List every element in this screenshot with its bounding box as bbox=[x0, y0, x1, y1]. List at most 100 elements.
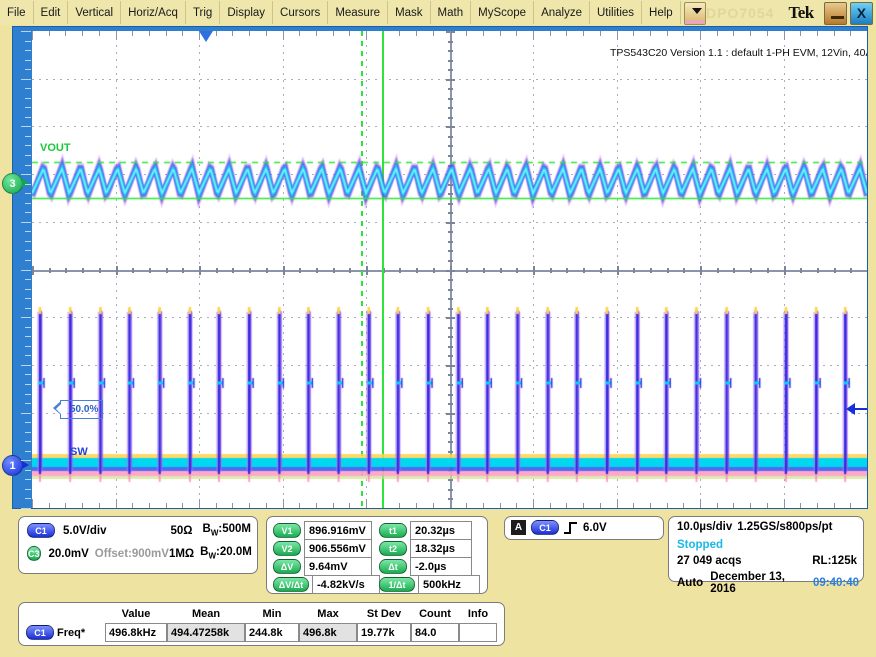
channel1-offset-arrow[interactable] bbox=[846, 403, 867, 415]
cursor-value: 500kHz bbox=[418, 575, 480, 594]
cursor-row: V2906.556mV bbox=[273, 539, 380, 558]
rail-tick bbox=[21, 460, 31, 461]
cursor-row: 1/Δt500kHz bbox=[379, 575, 480, 594]
waveform-area[interactable]: TPS543C20 Version 1.1 : default 1-PH EVM… bbox=[12, 26, 868, 509]
rail-tick bbox=[21, 317, 31, 318]
model-label: DPO7054 bbox=[706, 0, 788, 25]
rail-tick bbox=[25, 403, 31, 404]
timebase: 10.0µs/div bbox=[677, 521, 732, 533]
rail-tick bbox=[25, 346, 31, 347]
menu-item-utilities[interactable]: Utilities bbox=[590, 1, 642, 24]
rail-tick bbox=[25, 60, 31, 61]
cursor-row: Δt-2.0µs bbox=[379, 557, 480, 576]
rail-tick bbox=[21, 365, 31, 366]
trigger-source-badge: C1 bbox=[531, 520, 559, 535]
cursor-value: 18.32µs bbox=[410, 539, 472, 558]
channel1-scale: 5.0V/div bbox=[63, 525, 106, 537]
rail-tick bbox=[25, 241, 31, 242]
rail-tick bbox=[25, 117, 31, 118]
menu-item-vertical[interactable]: Vertical bbox=[68, 1, 121, 24]
channel-settings-panel[interactable]: C1 5.0V/div 50Ω BW:500M C3 20.0mV Offset… bbox=[18, 516, 258, 574]
rail-tick bbox=[25, 384, 31, 385]
acquisition-panel[interactable]: 10.0µs/div 1.25GS/s 800ps/pt Stopped 27 … bbox=[668, 516, 864, 582]
trigger-position-marker[interactable] bbox=[199, 31, 213, 42]
date-label: December 13, 2016 bbox=[710, 571, 813, 595]
cursor-label-badge: Δt bbox=[379, 559, 407, 574]
rising-edge-icon bbox=[566, 522, 580, 534]
tek-logo: Tek bbox=[788, 0, 823, 25]
close-icon[interactable]: X bbox=[850, 2, 873, 25]
cursor-label-badge: 1/Δt bbox=[379, 577, 415, 592]
rail-tick bbox=[25, 69, 31, 70]
measurement-column-header bbox=[57, 606, 105, 622]
rail-tick bbox=[25, 98, 31, 99]
acq-count: 27 049 acqs bbox=[677, 555, 742, 567]
menu-item-mask[interactable]: Mask bbox=[388, 1, 430, 24]
record-length: RL:125k bbox=[812, 555, 857, 567]
measurement-name: Freq* bbox=[57, 623, 105, 642]
cursor-label-badge: t1 bbox=[379, 523, 407, 538]
measurement-column-header: Mean bbox=[167, 606, 245, 622]
rail-tick bbox=[25, 470, 31, 471]
rail-tick bbox=[25, 451, 31, 452]
rail-tick bbox=[21, 413, 31, 414]
menu-item-horiz-acq[interactable]: Horiz/Acq bbox=[121, 1, 186, 24]
rail-tick bbox=[25, 50, 31, 51]
rail-tick bbox=[25, 327, 31, 328]
channel3-offset: Offset:900mV bbox=[95, 548, 169, 560]
scope-annotation: TPS543C20 Version 1.1 : default 1-PH EVM… bbox=[610, 47, 867, 59]
menu-item-measure[interactable]: Measure bbox=[328, 1, 388, 24]
measurement-min: 244.8k bbox=[245, 623, 299, 642]
cursor-label-badge: ΔV bbox=[273, 559, 301, 574]
menu-item-file[interactable]: File bbox=[0, 1, 34, 24]
measurement-column-header: Info bbox=[459, 606, 497, 622]
rail-tick bbox=[25, 374, 31, 375]
rail-tick bbox=[25, 355, 31, 356]
rail-tick bbox=[25, 212, 31, 213]
rail-tick bbox=[25, 203, 31, 204]
rail-tick bbox=[21, 31, 31, 32]
graticule[interactable]: TPS543C20 Version 1.1 : default 1-PH EVM… bbox=[32, 31, 867, 508]
menu-item-edit[interactable]: Edit bbox=[34, 1, 69, 24]
measurement-rows: C1Freq*496.8kHz494.47258k244.8k496.8k19.… bbox=[23, 623, 497, 642]
cursor-row: ΔV9.64mV bbox=[273, 557, 380, 576]
trigger-level-flag[interactable]: 50.0% bbox=[60, 400, 103, 419]
sw-waveform-trace bbox=[32, 31, 867, 508]
cursor-readout-panel[interactable]: V1896.916mVV2906.556mVΔV9.64mVΔV/Δt-4.82… bbox=[266, 516, 488, 594]
channel3-badge: C3 bbox=[27, 546, 41, 561]
menu-item-analyze[interactable]: Analyze bbox=[534, 1, 590, 24]
cursor-row: t120.32µs bbox=[379, 521, 480, 540]
rail-tick bbox=[25, 88, 31, 89]
cursor-label-badge: V1 bbox=[273, 523, 301, 538]
rail-tick bbox=[25, 136, 31, 137]
menu-item-help[interactable]: Help bbox=[642, 1, 681, 24]
cursor-label-badge: V2 bbox=[273, 541, 301, 556]
rail-tick bbox=[25, 441, 31, 442]
rail-tick bbox=[25, 231, 31, 232]
trigger-panel[interactable]: A C1 6.0V bbox=[504, 516, 664, 540]
channel3-bandwidth: BW:20.0M bbox=[200, 546, 252, 560]
rail-tick bbox=[25, 41, 31, 42]
minimize-icon[interactable] bbox=[824, 2, 847, 25]
rail-tick bbox=[25, 498, 31, 499]
menu-item-trig[interactable]: Trig bbox=[186, 1, 220, 24]
rail-tick bbox=[25, 193, 31, 194]
sw-label: SW bbox=[70, 446, 88, 458]
measurement-row[interactable]: C1Freq*496.8kHz494.47258k244.8k496.8k19.… bbox=[23, 623, 497, 642]
measurement-value: 496.8kHz bbox=[105, 623, 167, 642]
cursor-voltage-group: V1896.916mVV2906.556mVΔV9.64mVΔV/Δt-4.82… bbox=[273, 521, 380, 593]
trigger-mode-badge: A bbox=[511, 520, 526, 535]
rail-tick bbox=[25, 336, 31, 337]
channel3-scale: 20.0mV bbox=[49, 548, 89, 560]
measurement-table-panel[interactable]: ValueMeanMinMaxSt DevCountInfo C1Freq*49… bbox=[18, 602, 505, 646]
cursor-row: ΔV/Δt-4.82kV/s bbox=[273, 575, 380, 594]
menu-item-cursors[interactable]: Cursors bbox=[273, 1, 328, 24]
menu-item-myscope[interactable]: MyScope bbox=[471, 1, 534, 24]
dropdown-icon[interactable] bbox=[684, 2, 706, 25]
rail-tick bbox=[21, 508, 31, 509]
cursor-row: t218.32µs bbox=[379, 539, 480, 558]
menu-item-display[interactable]: Display bbox=[220, 1, 273, 24]
rail-tick bbox=[25, 184, 31, 185]
menu-item-math[interactable]: Math bbox=[431, 1, 472, 24]
cursor-row: V1896.916mV bbox=[273, 521, 380, 540]
